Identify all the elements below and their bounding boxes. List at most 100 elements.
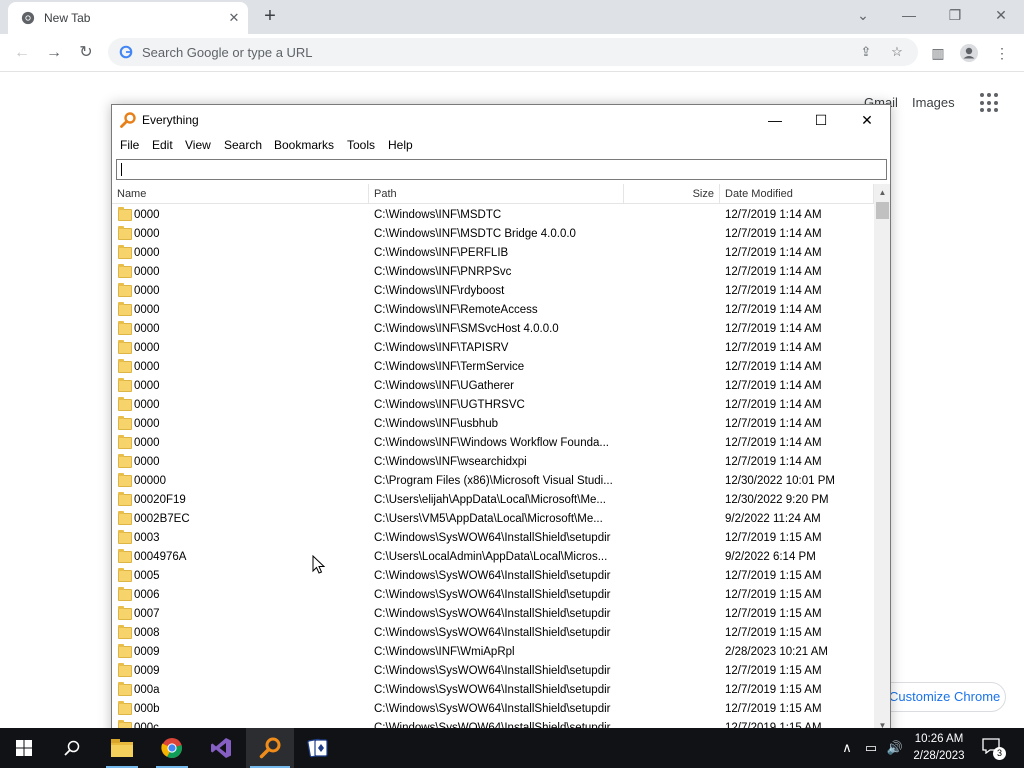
chrome-tab-strip: New Tab ✕ + ⌄ — ❐ ✕	[0, 0, 1024, 34]
chrome-restore-button[interactable]: ❐	[932, 0, 978, 30]
result-row[interactable]: 0006 C:\Windows\SysWOW64\InstallShield\se…	[112, 586, 874, 605]
folder-icon	[118, 606, 132, 620]
result-row[interactable]: 00000 C:\Program Files (x86)\Microsoft Vi…	[112, 472, 874, 491]
result-row[interactable]: 0000 C:\Windows\INF\UGatherer 12/7/2019 1:…	[112, 377, 874, 396]
minimize-button[interactable]: —	[752, 105, 798, 135]
column-header-name[interactable]: Name	[112, 184, 369, 204]
menu-bookmarks[interactable]: Bookmarks	[274, 138, 334, 152]
column-header-date-modified[interactable]: Date Modified	[720, 184, 874, 204]
search-input[interactable]	[117, 160, 886, 179]
menu-help[interactable]: Help	[388, 138, 413, 152]
result-path: C:\Users\elijah\AppData\Local\Microsoft\…	[374, 494, 607, 506]
maximize-button[interactable]: ☐	[798, 105, 844, 135]
folder-icon	[118, 397, 132, 411]
new-tab-button[interactable]: +	[258, 5, 282, 29]
result-row[interactable]: 0000 C:\Windows\INF\Windows Workflow Foun…	[112, 434, 874, 453]
result-row[interactable]: 0000 C:\Windows\INF\MSDTC Bridge 4.0.0.0 1…	[112, 225, 874, 244]
result-row[interactable]: 0000 C:\Windows\INF\UGTHRSVC 12/7/2019 1:1…	[112, 396, 874, 415]
taskbar-visual-studio[interactable]	[197, 728, 245, 768]
omnibox-placeholder: Search Google or type a URL	[142, 45, 313, 60]
result-row[interactable]: 0008 C:\Windows\SysWOW64\InstallShield\se…	[112, 624, 874, 643]
result-path: C:\Windows\SysWOW64\InstallShield\setupd…	[374, 627, 611, 639]
folder-icon	[118, 435, 132, 449]
result-date-modified: 12/30/2022 10:01 PM	[725, 475, 835, 487]
result-row[interactable]: 0003 C:\Windows\SysWOW64\InstallShield\se…	[112, 529, 874, 548]
taskbar-solitaire[interactable]	[294, 728, 342, 768]
result-row[interactable]: 0007 C:\Windows\SysWOW64\InstallShield\se…	[112, 605, 874, 624]
result-row[interactable]: 0000 C:\Windows\INF\TermService 12/7/2019 …	[112, 358, 874, 377]
taskbar-everything[interactable]	[246, 728, 294, 768]
everything-magnifier-icon	[259, 737, 281, 759]
result-row[interactable]: 0000 C:\Windows\INF\PERFLIB 12/7/2019 1:14…	[112, 244, 874, 263]
omnibox[interactable]: Search Google or type a URL ⇪ ☆	[108, 38, 918, 66]
google-g-icon	[119, 45, 133, 59]
reload-icon[interactable]: ↻	[72, 39, 100, 67]
result-row[interactable]: 0000 C:\Windows\INF\SMSvcHost 4.0.0.0 12/7…	[112, 320, 874, 339]
result-path: C:\Windows\INF\TermService	[374, 361, 525, 373]
network-icon[interactable]: ▭	[862, 740, 880, 756]
chrome-menu-icon[interactable]: ⋮	[992, 43, 1012, 63]
result-row[interactable]: 0004976A C:\Users\LocalAdmin\AppData\Loca…	[112, 548, 874, 567]
result-row[interactable]: 0002B7EC C:\Users\VM5\AppData\Local\Micro…	[112, 510, 874, 529]
folder-icon	[118, 682, 132, 696]
result-row[interactable]: 00020F19 C:\Users\elijah\AppData\Local\Mi…	[112, 491, 874, 510]
result-row[interactable]: 0000 C:\Windows\INF\TAPISRV 12/7/2019 1:14…	[112, 339, 874, 358]
menu-edit[interactable]: Edit	[152, 138, 173, 152]
menu-tools[interactable]: Tools	[347, 138, 375, 152]
result-row[interactable]: 000a C:\Windows\SysWOW64\InstallShield\se…	[112, 681, 874, 700]
result-row[interactable]: 0000 C:\Windows\INF\usbhub 12/7/2019 1:14 …	[112, 415, 874, 434]
result-row[interactable]: 0009 C:\Windows\SysWOW64\InstallShield\se…	[112, 662, 874, 681]
tab-close-icon[interactable]: ✕	[226, 10, 242, 26]
everything-titlebar[interactable]: Everything — ☐ ✕	[112, 105, 890, 135]
search-button[interactable]	[48, 728, 96, 768]
result-row[interactable]: 0000 C:\Windows\INF\MSDTC 12/7/2019 1:14 A…	[112, 206, 874, 225]
chrome-minimize-button[interactable]: —	[886, 0, 932, 30]
menu-search[interactable]: Search	[224, 138, 262, 152]
result-row[interactable]: 0000 C:\Windows\INF\rdyboost 12/7/2019 1:1…	[112, 282, 874, 301]
side-panel-icon[interactable]: ▥	[928, 43, 948, 63]
clock-date: 2/28/2023	[913, 750, 965, 762]
chrome-close-button[interactable]: ✕	[978, 0, 1024, 30]
taskbar-clock[interactable]: 10:26 AM 2/28/2023	[905, 731, 973, 765]
back-arrow-icon[interactable]: ←	[8, 39, 36, 67]
result-date-modified: 12/7/2019 1:14 AM	[725, 361, 822, 373]
profile-avatar-icon[interactable]	[959, 43, 979, 63]
result-path: C:\Windows\INF\UGatherer	[374, 380, 514, 392]
folder-icon	[118, 302, 132, 316]
bookmark-star-icon[interactable]: ☆	[889, 44, 905, 60]
menu-file[interactable]: File	[120, 138, 139, 152]
result-date-modified: 12/7/2019 1:15 AM	[725, 703, 822, 715]
taskbar-chrome[interactable]	[148, 728, 196, 768]
result-row[interactable]: 0000 C:\Windows\INF\RemoteAccess 12/7/2019…	[112, 301, 874, 320]
notification-center-button[interactable]: 3	[982, 738, 1006, 760]
volume-icon[interactable]: 🔊	[886, 740, 904, 756]
tab-search-chevron-icon[interactable]: ⌄	[840, 0, 886, 30]
taskbar-file-explorer[interactable]	[98, 728, 146, 768]
result-name: 00000	[134, 475, 166, 487]
forward-arrow-icon[interactable]: →	[40, 39, 68, 67]
result-path: C:\Windows\SysWOW64\InstallShield\setupd…	[374, 684, 611, 696]
scroll-up-arrow-icon[interactable]: ▲	[874, 184, 890, 201]
column-header-size[interactable]: Size	[624, 184, 720, 204]
result-name: 0000	[134, 323, 160, 335]
text-caret	[121, 163, 122, 176]
start-button[interactable]	[0, 728, 48, 768]
google-apps-icon[interactable]	[980, 93, 1000, 113]
tab-new-tab[interactable]: New Tab ✕	[8, 2, 248, 34]
result-row[interactable]: 0009 C:\Windows\INF\WmiApRpl 2/28/2023 10:…	[112, 643, 874, 662]
show-hidden-icons-chevron-icon[interactable]: ∧	[838, 740, 856, 756]
close-button[interactable]: ✕	[844, 105, 890, 135]
result-row[interactable]: 0000 C:\Windows\INF\wsearchidxpi 12/7/2019…	[112, 453, 874, 472]
result-row[interactable]: 0000 C:\Windows\INF\PNRPSvc 12/7/2019 1:14…	[112, 263, 874, 282]
scrollbar-thumb[interactable]	[876, 202, 889, 219]
search-box[interactable]	[116, 159, 887, 180]
share-icon[interactable]: ⇪	[858, 44, 874, 60]
vertical-scrollbar[interactable]: ▲ ▼	[874, 184, 890, 734]
column-header-path[interactable]: Path	[369, 184, 624, 204]
images-link[interactable]: Images	[912, 95, 955, 110]
result-row[interactable]: 0005 C:\Windows\SysWOW64\InstallShield\se…	[112, 567, 874, 586]
menu-view[interactable]: View	[185, 138, 211, 152]
result-row[interactable]: 000b C:\Windows\SysWOW64\InstallShield\se…	[112, 700, 874, 719]
result-name: 0007	[134, 608, 160, 620]
notification-badge: 3	[993, 747, 1006, 760]
